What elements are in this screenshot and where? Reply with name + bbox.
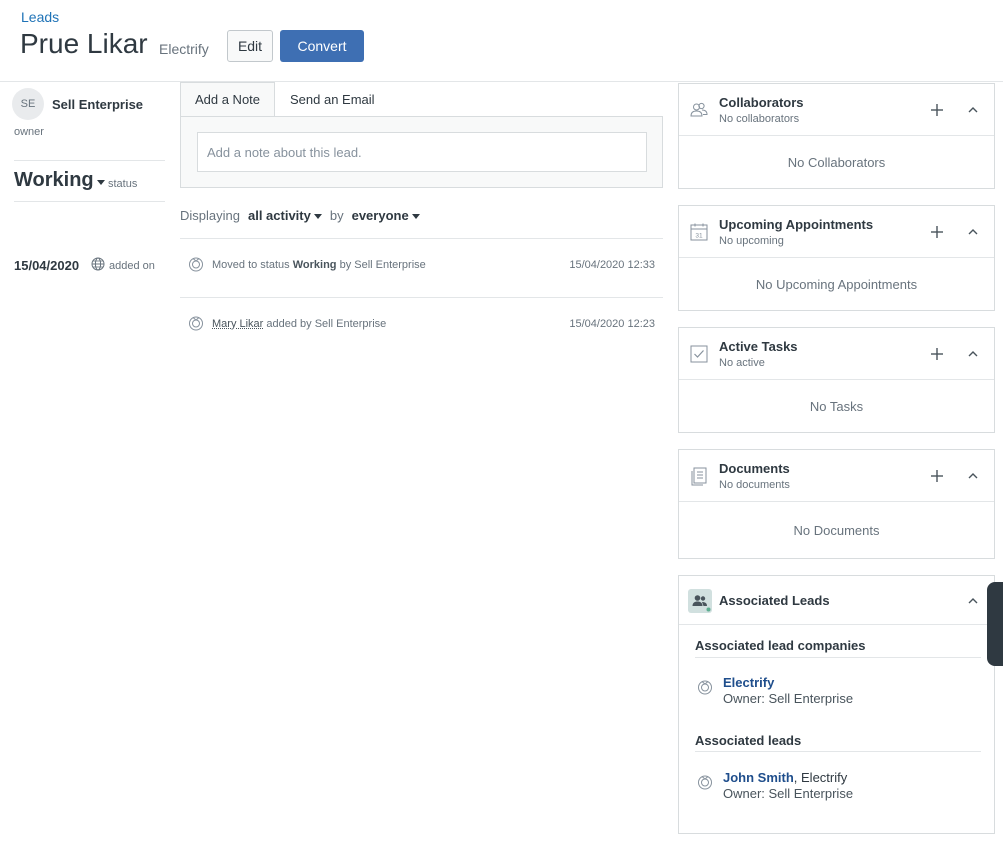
lead-company: Electrify [159, 41, 209, 57]
globe-icon [91, 257, 105, 271]
caret-down-icon [411, 213, 420, 219]
collaborators-card: Collaborators No collaborators No Collab… [678, 83, 995, 189]
documents-card: Documents No documents No Documents [678, 449, 995, 559]
card-empty-text: No Tasks [809, 398, 864, 414]
activity-status: Working [292, 259, 337, 271]
add-task-icon[interactable] [927, 344, 947, 364]
activity-text: Moved to status [212, 259, 293, 271]
checkbox-icon [690, 345, 708, 363]
caret-down-icon [96, 179, 105, 185]
divider [695, 751, 981, 752]
appointments-card: 31 Upcoming Appointments No upcoming No … [678, 205, 995, 311]
calendar-icon: 31 [690, 223, 708, 241]
add-collaborator-icon[interactable] [927, 100, 947, 120]
activity-filter: Displaying all activity by everyone [180, 208, 420, 223]
associated-lead-link[interactable]: John Smith [723, 770, 794, 785]
filter-prefix: Displaying [180, 208, 240, 223]
note-input[interactable] [197, 132, 647, 172]
tab-add-note[interactable]: Add a Note [180, 82, 275, 116]
divider [14, 160, 165, 161]
card-title: Associated Leads [719, 593, 830, 608]
page-title: Prue Likar [20, 28, 148, 59]
card-subtitle: No active [719, 357, 765, 369]
card-title: Collaborators [719, 95, 804, 110]
activity-timestamp: 15/04/2020 12:23 [569, 318, 655, 330]
activity-text: by Sell Enterprise [336, 259, 426, 271]
divider [695, 657, 981, 658]
lead-icon [698, 775, 712, 790]
add-document-icon[interactable] [927, 466, 947, 486]
associated-company-link[interactable]: Electrify [723, 675, 774, 690]
card-title: Upcoming Appointments [719, 217, 874, 232]
card-subtitle: No upcoming [719, 235, 784, 247]
activity-timestamp: 15/04/2020 12:33 [569, 259, 655, 271]
caret-down-icon [313, 213, 322, 219]
associated-leads-card: Associated Leads Associated lead compani… [678, 575, 995, 834]
activity-user-dropdown[interactable]: everyone [352, 208, 420, 223]
lead-icon [189, 257, 203, 272]
add-appointment-icon[interactable] [927, 222, 947, 242]
lead-icon [698, 680, 712, 695]
tab-send-email[interactable]: Send an Email [290, 82, 375, 116]
activity-item: Mary Likar added by Sell Enterprise 15/0… [188, 315, 658, 335]
section-heading: Associated lead companies [695, 638, 866, 653]
side-widget-tab[interactable] [987, 582, 1003, 666]
activity-lead-link[interactable]: Mary Likar [212, 318, 263, 330]
card-empty-text: No Collaborators [787, 154, 886, 170]
card-title: Documents [719, 461, 790, 476]
associated-owner: Owner: Sell Enterprise [723, 691, 854, 706]
owner-label: owner [14, 126, 44, 138]
card-empty-text: No Documents [793, 522, 880, 538]
card-subtitle: No documents [719, 479, 790, 491]
collaborators-icon [690, 102, 708, 117]
edit-button[interactable]: Edit [227, 30, 273, 62]
convert-button[interactable]: Convert [280, 30, 364, 62]
added-label: added on [109, 260, 155, 272]
chevron-up-icon[interactable] [965, 468, 981, 484]
section-heading: Associated leads [695, 733, 802, 748]
activity-user-value: everyone [351, 208, 409, 223]
chevron-up-icon[interactable] [965, 346, 981, 362]
status-value: Working [14, 169, 94, 191]
chevron-up-icon[interactable] [965, 593, 981, 609]
divider [180, 297, 663, 298]
chevron-up-icon[interactable] [965, 102, 981, 118]
document-icon [691, 467, 707, 486]
activity-type-value: all activity [247, 208, 311, 223]
associated-leads-icon [688, 589, 712, 613]
svg-text:31: 31 [695, 233, 703, 240]
chevron-up-icon[interactable] [965, 224, 981, 240]
divider [180, 238, 663, 239]
divider [14, 201, 165, 202]
associated-owner: Owner: Sell Enterprise [723, 786, 854, 801]
tasks-card: Active Tasks No active No Tasks [678, 327, 995, 433]
status-dropdown[interactable]: Working [14, 169, 105, 192]
note-panel [180, 116, 663, 188]
owner-avatar: SE [12, 88, 44, 120]
activity-text: added by Sell Enterprise [263, 318, 387, 330]
card-title: Active Tasks [719, 339, 798, 354]
breadcrumb-leads[interactable]: Leads [21, 9, 59, 25]
card-empty-text: No Upcoming Appointments [755, 276, 918, 292]
page-header: Leads Prue Likar Electrify Edit Convert [0, 0, 1003, 82]
owner-name[interactable]: Sell Enterprise [52, 97, 143, 112]
associated-lead-company: , Electrify [793, 770, 848, 785]
activity-item: Moved to status Working by Sell Enterpri… [188, 256, 658, 276]
filter-by: by [329, 208, 344, 223]
activity-type-dropdown[interactable]: all activity [248, 208, 322, 223]
status-label: status [108, 178, 138, 190]
lead-icon [189, 316, 203, 331]
card-subtitle: No collaborators [719, 113, 800, 125]
added-date: 15/04/2020 [14, 258, 80, 273]
